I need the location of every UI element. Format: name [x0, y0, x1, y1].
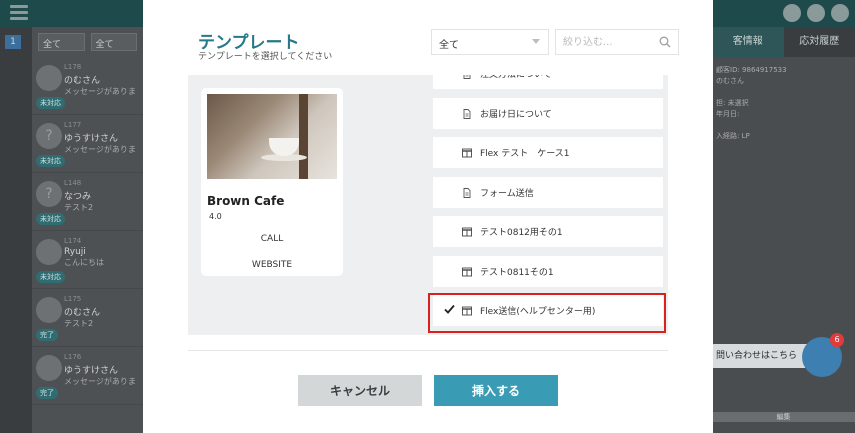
search-input[interactable] [556, 30, 652, 55]
insert-button[interactable]: 挿入する [434, 375, 558, 406]
category-select[interactable]: 全て [431, 29, 549, 55]
list-item-message: メッセージがありま [64, 377, 136, 386]
list-item-code: L177 [64, 121, 82, 129]
document-icon [463, 75, 471, 79]
list-item-code: L176 [64, 353, 82, 361]
template-item-label: テスト0812用その1 [480, 228, 563, 238]
list-item-name: のむさん [64, 76, 101, 86]
tab-customer-info[interactable]: 客情報 [712, 27, 784, 57]
template-item[interactable]: Flex テスト ケース1 [433, 137, 663, 168]
flex-card-icon [462, 227, 472, 236]
template-item[interactable]: 注文方法について [433, 75, 663, 89]
bell-icon[interactable] [807, 4, 825, 22]
avatar [36, 239, 62, 265]
template-item-label: フォーム送信 [480, 189, 534, 199]
list-item-code: L148 [64, 179, 82, 187]
template-preview: Brown Cafe 4.0 CALL WEBSITE [201, 88, 343, 276]
avatar: ? [36, 123, 62, 149]
list-item-message: こんにちは [64, 258, 104, 267]
list-item-code: L175 [64, 295, 82, 303]
search-box [555, 29, 679, 55]
template-item[interactable]: テスト0811その1 [433, 256, 663, 287]
chat-bubble-icon[interactable]: 6 [802, 333, 844, 377]
topbar-icons [783, 4, 849, 22]
filter-select-1[interactable]: 全て [38, 33, 85, 51]
user-avatar-icon[interactable] [831, 4, 849, 22]
status-badge: 完了 [36, 387, 58, 399]
customer-info-line: のむさん [716, 77, 744, 85]
avatar [36, 65, 62, 91]
avatar [36, 355, 62, 381]
status-badge: 未対応 [36, 155, 65, 167]
tab-history[interactable]: 応対履歴 [783, 27, 855, 57]
list-item-name: ゆうすけさん [64, 366, 119, 376]
modal-subtitle: テンプレートを選択してください [198, 52, 333, 62]
list-item-message: テスト2 [64, 203, 94, 212]
status-badge: 未対応 [36, 213, 65, 225]
avatar [36, 297, 62, 323]
list-item[interactable]: L175 のむさん テスト2 完了 [32, 289, 143, 347]
list-item[interactable]: L176 ゆうすけさん メッセージがありま 完了 [32, 347, 143, 405]
preview-title: Brown Cafe [207, 194, 285, 208]
left-strip: 1 [0, 27, 32, 433]
conversation-list: 全て 全て L178 のむさん メッセージがありま 未対応? L177 ゆうすけさん メッセ… [32, 27, 143, 433]
list-item[interactable]: L174 Ryuji こんにちは未対応 [32, 231, 143, 289]
preview-call-button: CALL [260, 234, 284, 244]
list-item[interactable]: L178 のむさん メッセージがありま 未対応 [32, 57, 143, 115]
template-item[interactable]: フォーム送信 [433, 177, 663, 208]
cafe-photo [207, 94, 337, 179]
customer-info-line [716, 120, 851, 131]
status-badge: 未対応 [36, 271, 65, 283]
status-badge: 完了 [36, 329, 58, 341]
edit-button[interactable]: 編集 [712, 412, 855, 422]
list-item-message: テスト2 [64, 319, 94, 328]
template-item[interactable]: お届け日について [433, 98, 663, 129]
selection-highlight [428, 293, 666, 333]
list-item-name: ゆうすけさん [64, 134, 119, 144]
document-icon [463, 108, 471, 119]
avatar: ? [36, 181, 62, 207]
document-icon [463, 187, 471, 198]
divider [188, 350, 668, 351]
list-item-message: メッセージがありま [64, 145, 136, 154]
left-strip-mark: 1 [5, 35, 21, 49]
template-item-label: 注文方法について [480, 75, 552, 80]
customer-info-line: 入経路: LP [716, 132, 750, 140]
help-icon[interactable] [783, 4, 801, 22]
list-item-name: のむさん [64, 308, 101, 318]
filter-select-2[interactable]: 全て [90, 33, 137, 51]
customer-info-line: 顧客ID: 9864917533 [716, 66, 787, 74]
list-item-name: なつみ [64, 192, 92, 202]
customer-info: 顧客ID: 9864917533 のむさん担: 未選択 年月日: 入経路: LP [712, 57, 855, 150]
preview-rating: 4.0 [209, 212, 222, 221]
list-item-name: Ryuji [64, 247, 86, 257]
list-filters: 全て 全て [32, 27, 143, 57]
notification-count: 6 [830, 333, 844, 347]
customer-info-line: 年月日: [716, 110, 740, 118]
template-item-label: テスト0811その1 [480, 268, 554, 278]
menu-icon[interactable] [10, 5, 28, 21]
list-item-code: L178 [64, 63, 82, 71]
search-icon[interactable] [659, 36, 671, 48]
flex-card-icon [462, 148, 472, 157]
category-select-value: 全て [439, 40, 459, 51]
flex-card-icon [462, 267, 472, 276]
list-item-code: L174 [64, 237, 82, 245]
list-item-message: メッセージがありま [64, 87, 136, 96]
cancel-button[interactable]: キャンセル [298, 375, 422, 406]
list-item[interactable]: ? L177 ゆうすけさん メッセージがありま 未対応 [32, 115, 143, 173]
status-badge: 未対応 [36, 97, 65, 109]
customer-info-line [716, 87, 851, 98]
template-item-label: Flex テスト ケース1 [480, 149, 570, 159]
template-modal: テンプレート テンプレートを選択してください 全て Brown Cafe 4.0… [143, 0, 713, 433]
list-item[interactable]: ? L148 なつみ テスト2 未対応 [32, 173, 143, 231]
chevron-down-icon [532, 39, 540, 44]
preview-website-button: WEBSITE [251, 260, 293, 270]
template-item[interactable]: テスト0812用その1 [433, 216, 663, 247]
customer-info-line: 担: 未選択 [716, 99, 749, 107]
template-item-label: お届け日について [480, 110, 552, 120]
